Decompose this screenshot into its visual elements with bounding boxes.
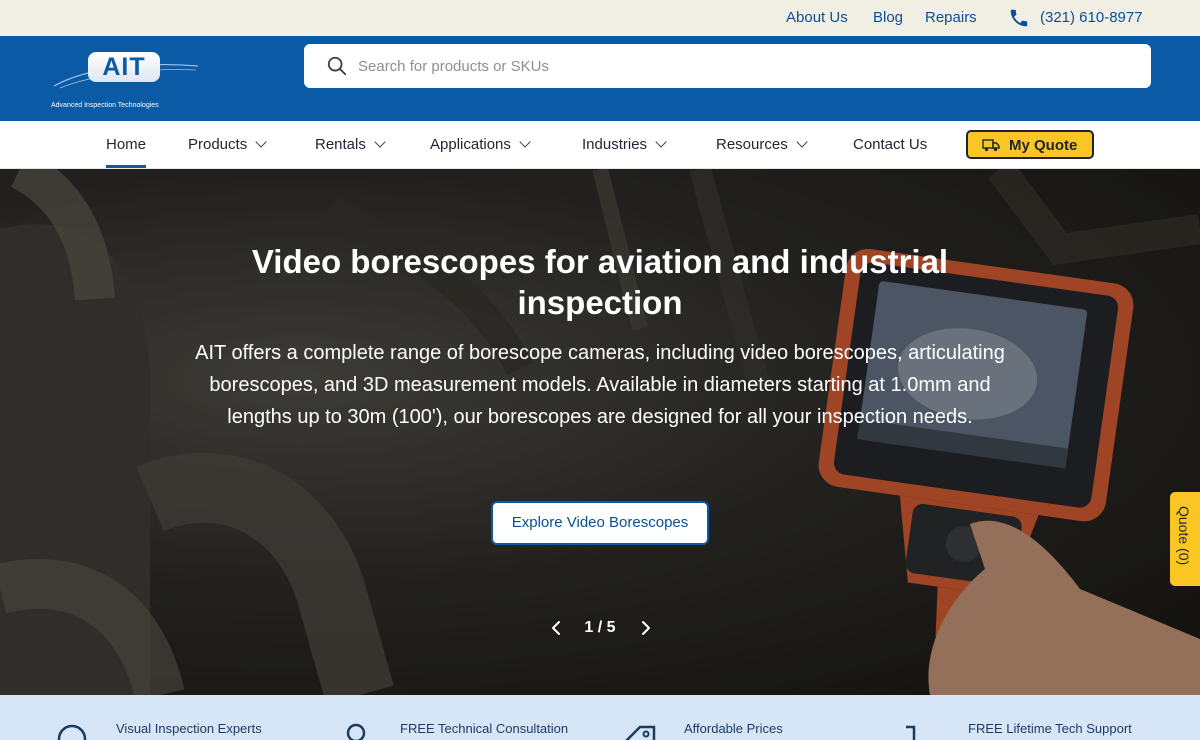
nav-item-label: Industries <box>582 136 648 153</box>
nav-item-contact-us[interactable]: Contact Us <box>853 136 927 153</box>
my-quote-label: My Quote <box>1009 137 1078 154</box>
hero-banner: Video borescopes for aviation and indust… <box>0 169 1200 695</box>
feature-label: FREE Lifetime Tech Support <box>968 721 1132 736</box>
nav-item-label: Products <box>188 136 248 153</box>
quote-side-tab[interactable]: Quote (0) <box>1170 492 1200 586</box>
nav-item-home[interactable]: Home <box>106 136 147 168</box>
about-us-link[interactable]: About Us <box>786 9 848 26</box>
main-nav: Home Products Rentals Applications Indus… <box>0 121 1200 169</box>
feature-label: FREE Technical Consultation <box>400 721 569 736</box>
chevron-down-icon <box>655 136 667 148</box>
slide-counter: 1 / 5 <box>584 619 616 636</box>
nav-item-label: Home <box>106 136 147 153</box>
hero-description: AIT offers a complete range of borescope… <box>195 342 1005 428</box>
blog-link[interactable]: Blog <box>873 9 903 26</box>
nav-item-resources[interactable]: Resources <box>716 136 808 153</box>
features-strip: Visual Inspection Experts FREE Technical… <box>0 695 1200 740</box>
search-bar <box>304 44 1151 88</box>
chevron-left-icon[interactable] <box>548 620 564 636</box>
quote-side-tab-label: Quote (0) <box>1176 506 1192 566</box>
nav-item-label: Rentals <box>315 136 366 153</box>
chevron-right-icon[interactable] <box>638 620 654 636</box>
nav-item-products[interactable]: Products <box>188 136 267 153</box>
headset-icon <box>906 725 916 740</box>
chevron-down-icon <box>796 136 808 148</box>
phone-icon[interactable] <box>1008 7 1030 29</box>
feature-label: Affordable Prices <box>684 721 783 736</box>
logo-wordmark: AIT <box>88 52 160 82</box>
nav-item-label: Resources <box>716 136 788 153</box>
utility-bar: About Us Blog Repairs (321) 610-8977 <box>0 0 1200 36</box>
chevron-down-icon <box>519 136 531 148</box>
nav-item-industries[interactable]: Industries <box>582 136 667 153</box>
chevron-down-icon <box>374 136 386 148</box>
ait-logo[interactable]: AIT Advanced Inspection Technologies <box>50 46 200 109</box>
my-quote-button[interactable]: My Quote <box>966 130 1094 159</box>
truck-icon <box>982 139 1000 152</box>
phone-number-link[interactable]: (321) 610-8977 <box>1040 9 1143 26</box>
nav-item-applications[interactable]: Applications <box>430 136 531 153</box>
nav-item-label: Applications <box>430 136 511 153</box>
magnifier-icon <box>57 724 87 740</box>
person-icon <box>346 723 366 740</box>
logo-tagline: Advanced Inspection Technologies <box>51 102 159 109</box>
repairs-link[interactable]: Repairs <box>925 9 977 26</box>
hero-title: Video borescopes for aviation and indust… <box>251 243 949 321</box>
feature-label: Visual Inspection Experts <box>116 721 262 736</box>
nav-item-rentals[interactable]: Rentals <box>315 136 386 153</box>
search-input[interactable] <box>358 44 1118 88</box>
explore-video-borescopes-button[interactable]: Explore Video Borescopes <box>491 501 709 545</box>
chevron-down-icon <box>255 136 267 148</box>
brand-header: AIT Advanced Inspection Technologies <box>0 36 1200 121</box>
search-icon[interactable] <box>326 55 348 77</box>
nav-item-label: Contact Us <box>853 136 928 153</box>
price-tag-icon <box>625 725 656 740</box>
